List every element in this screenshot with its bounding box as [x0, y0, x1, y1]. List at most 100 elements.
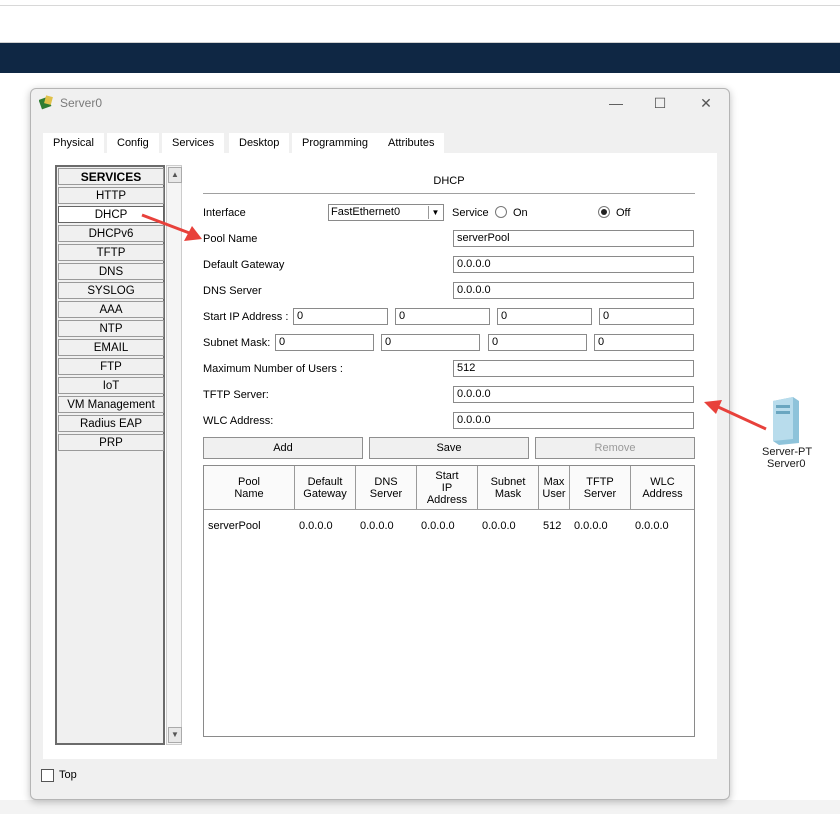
service-iot[interactable]: IoT: [58, 377, 164, 394]
col-subnet-mask-text: Subnet Mask: [490, 475, 526, 500]
col-wlc-address-text: WLC Address: [642, 475, 683, 500]
workspace-header-band: [0, 43, 840, 73]
service-label: Service: [452, 207, 489, 219]
service-ntp[interactable]: NTP: [58, 320, 164, 337]
service-syslog[interactable]: SYSLOG: [58, 282, 164, 299]
start-ip-octet-4[interactable]: 0: [599, 308, 694, 325]
app-icon: [39, 95, 53, 110]
services-header: SERVICES: [58, 168, 164, 185]
subnet-mask-octet-4[interactable]: 0: [594, 334, 694, 351]
service-vm-management[interactable]: VM Management: [58, 396, 164, 413]
cell-wlc-address[interactable]: 0.0.0.0: [635, 520, 669, 532]
cell-dns-server[interactable]: 0.0.0.0: [360, 520, 394, 532]
cell-tftp-server[interactable]: 0.0.0.0: [574, 520, 608, 532]
scroll-down-icon[interactable]: ▼: [168, 727, 182, 743]
subnet-mask-octet-2[interactable]: 0: [381, 334, 480, 351]
pool-table: Pool Name Default Gateway DNS Server Start I…: [203, 465, 695, 737]
service-tftp[interactable]: TFTP: [58, 244, 164, 261]
col-pool-name-text: Pool Name: [234, 475, 264, 500]
top-divider: [0, 5, 840, 6]
cell-subnet-mask[interactable]: 0.0.0.0: [482, 520, 516, 532]
service-ftp[interactable]: FTP: [58, 358, 164, 375]
dropdown-arrow-icon: ▼: [428, 206, 442, 219]
annotation-arrow-icon: [141, 213, 202, 241]
col-default-gateway: Default Gateway: [295, 466, 356, 510]
col-tftp-server: TFTP Server: [570, 466, 631, 510]
bottom-strip: [0, 800, 840, 814]
col-default-gateway-text: Default Gateway: [303, 475, 347, 500]
tab-physical[interactable]: Physical: [43, 133, 104, 153]
col-dns-server: DNS Server: [356, 466, 417, 510]
cell-start-ip[interactable]: 0.0.0.0: [421, 520, 455, 532]
server-window: Server0 — ☐ ✕ Physical Config Services D…: [30, 88, 730, 800]
top-checkbox-label: Top: [59, 769, 77, 781]
dhcp-divider: [203, 193, 695, 194]
service-off-radio[interactable]: [598, 206, 610, 218]
col-tftp-server-text: TFTP Server: [583, 475, 617, 500]
col-start-ip-text: Start IP Address: [426, 469, 468, 506]
wlc-address-input[interactable]: 0.0.0.0: [453, 412, 694, 429]
start-ip-octet-2[interactable]: 0: [395, 308, 490, 325]
subnet-mask-octet-1[interactable]: 0: [275, 334, 374, 351]
annotation-arrow-icon: [704, 400, 767, 431]
dhcp-title: DHCP: [433, 175, 465, 187]
col-pool-name: Pool Name: [204, 466, 295, 510]
subnet-mask-octet-3[interactable]: 0: [488, 334, 587, 351]
service-http[interactable]: HTTP: [58, 187, 164, 204]
default-gateway-label: Default Gateway: [203, 259, 285, 271]
wlc-address-label: WLC Address:: [203, 415, 274, 427]
pool-name-input[interactable]: serverPool: [453, 230, 694, 247]
interface-select[interactable]: FastEthernet0 ▼: [328, 204, 444, 221]
tab-desktop[interactable]: Desktop: [229, 133, 290, 153]
subnet-mask-label: Subnet Mask:: [203, 337, 271, 349]
tab-attributes[interactable]: Attributes: [378, 133, 445, 153]
pool-name-label: Pool Name: [203, 233, 258, 245]
start-ip-octet-3[interactable]: 0: [497, 308, 592, 325]
tftp-server-input[interactable]: 0.0.0.0: [453, 386, 694, 403]
top-bar: [0, 0, 840, 43]
minimize-icon[interactable]: —: [601, 92, 631, 114]
cell-default-gateway[interactable]: 0.0.0.0: [299, 520, 333, 532]
server-device-icon[interactable]: [771, 395, 801, 445]
col-max-user: Max User: [539, 466, 570, 510]
service-prp[interactable]: PRP: [58, 434, 164, 451]
max-users-label: Maximum Number of Users :: [203, 363, 343, 375]
start-ip-label: Start IP Address :: [203, 311, 289, 323]
cell-pool-name[interactable]: serverPool: [208, 520, 261, 532]
col-max-user-text: Max User: [542, 475, 566, 500]
server-name-label: Server0: [767, 458, 806, 470]
default-gateway-input[interactable]: 0.0.0.0: [453, 256, 694, 273]
cell-max-user[interactable]: 512: [543, 520, 561, 532]
col-start-ip: Start IP Address: [417, 466, 478, 510]
save-button[interactable]: Save: [369, 437, 529, 459]
service-on-label: On: [513, 207, 528, 219]
col-subnet-mask: Subnet Mask: [478, 466, 539, 510]
service-on-radio[interactable]: [495, 206, 507, 218]
service-off-label: Off: [616, 207, 631, 219]
col-dns-server-text: DNS Server: [369, 475, 403, 500]
services-scrollbar[interactable]: ▲ ▼: [166, 165, 182, 745]
add-button[interactable]: Add: [203, 437, 363, 459]
server-type-label: Server-PT: [762, 446, 813, 458]
tab-config[interactable]: Config: [107, 133, 159, 153]
close-icon[interactable]: ✕: [691, 92, 721, 114]
services-list: SERVICES HTTP DHCP DHCPv6 TFTP DNS SYSLO…: [55, 165, 165, 745]
window-title: Server0: [60, 96, 103, 110]
tftp-server-label: TFTP Server:: [203, 389, 269, 401]
dhcp-panel: DHCP Interface FastEthernet0 ▼ Service O…: [203, 153, 703, 759]
tab-programming[interactable]: Programming: [292, 133, 379, 153]
max-users-input[interactable]: 512: [453, 360, 694, 377]
dns-server-label: DNS Server: [203, 285, 262, 297]
dns-server-input[interactable]: 0.0.0.0: [453, 282, 694, 299]
service-email[interactable]: EMAIL: [58, 339, 164, 356]
service-aaa[interactable]: AAA: [58, 301, 164, 318]
scroll-up-icon[interactable]: ▲: [168, 167, 182, 183]
top-checkbox[interactable]: [41, 769, 54, 782]
col-wlc-address: WLC Address: [631, 466, 694, 510]
service-radius-eap[interactable]: Radius EAP: [58, 415, 164, 432]
interface-value: FastEthernet0: [331, 206, 401, 218]
remove-button[interactable]: Remove: [535, 437, 695, 459]
start-ip-octet-1[interactable]: 0: [293, 308, 388, 325]
service-dns[interactable]: DNS: [58, 263, 164, 280]
maximize-icon[interactable]: ☐: [645, 92, 675, 114]
